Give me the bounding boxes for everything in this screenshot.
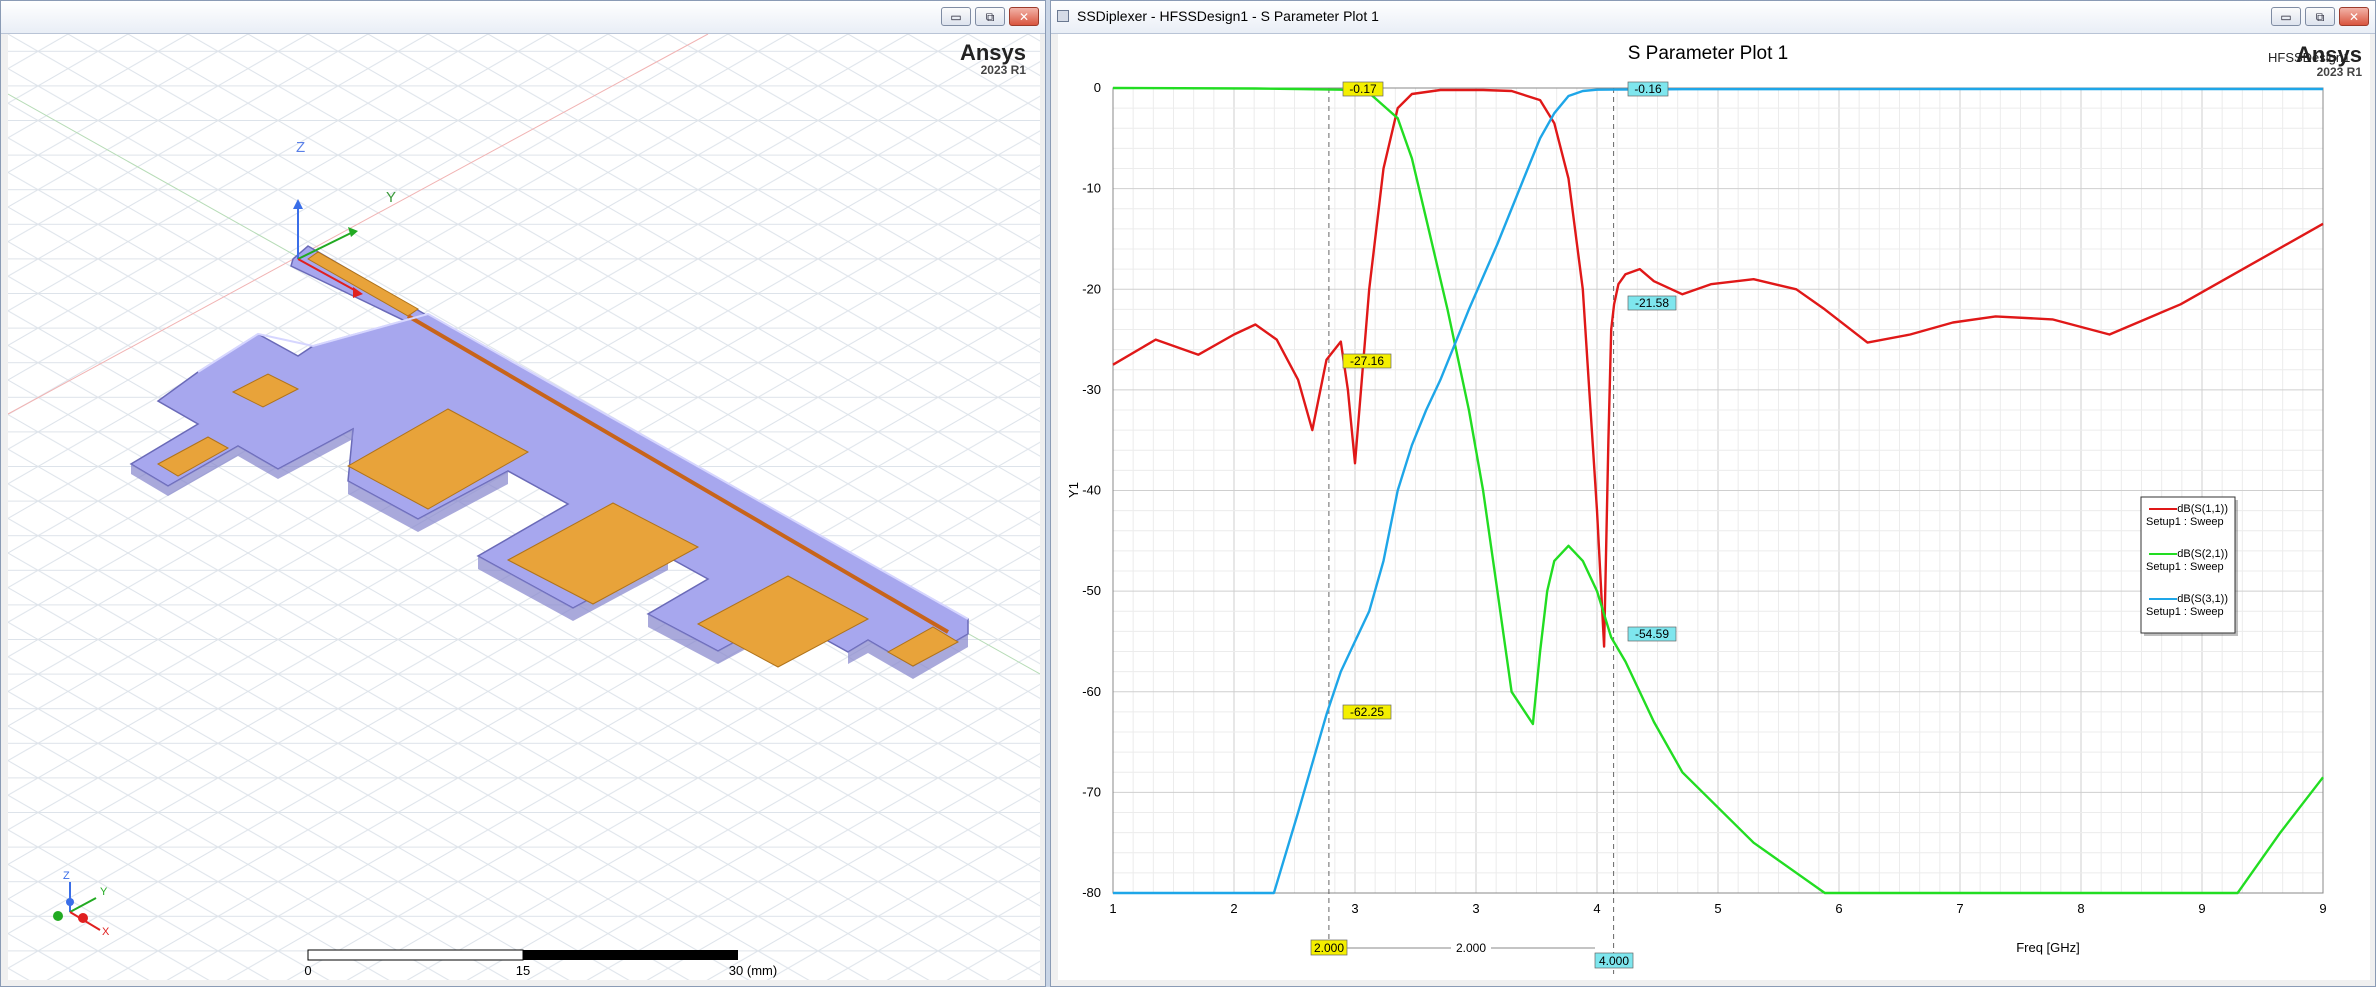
legend-series-sweep: Setup1 : Sweep	[2146, 606, 2224, 618]
plot-canvas[interactable]: S Parameter Plot 1 HFSSDesign1 0 -10 -20 -3…	[1058, 34, 2370, 980]
x-tick-label: 2	[1230, 901, 1237, 916]
minimize-button[interactable]: ▭	[941, 7, 971, 26]
s-parameter-chart[interactable]: S Parameter Plot 1 HFSSDesign1 0-10-20-3…	[1058, 34, 2370, 980]
y-tick-label: -10	[1082, 181, 1101, 196]
corner-axis-label-x: X	[102, 926, 110, 938]
marker-value: -0.16	[1634, 82, 1662, 96]
y-tick-label: -80	[1082, 885, 1101, 900]
x-tick-label: 5	[1714, 901, 1721, 916]
grid-plane	[8, 34, 1040, 980]
marker-delta-value: 2.000	[1456, 941, 1486, 955]
x-tick-label: 8	[2077, 901, 2084, 916]
marker-value: -21.58	[1635, 296, 1669, 310]
marker-value: -62.25	[1350, 705, 1384, 719]
legend-series-sweep: Setup1 : Sweep	[2146, 516, 2224, 528]
legend-series-name: dB(S(2,1))	[2177, 548, 2228, 560]
chart-title: S Parameter Plot 1	[1628, 43, 1789, 64]
axis-label-z: Z	[296, 139, 306, 156]
y-tick-label: -20	[1082, 281, 1101, 296]
marker-top-left[interactable]: -0.17	[1342, 81, 1384, 97]
x-tick-label: 4	[1593, 901, 1600, 916]
window-title: SSDiplexer - HFSSDesign1 - S Parameter P…	[1077, 8, 1379, 24]
minimize-icon: ▭	[950, 10, 962, 24]
ansys-logo: Ansys 2023 R1	[2295, 42, 2362, 79]
modeler-window-controls: ▭ ⧉ ✕	[941, 7, 1039, 26]
marker-delta: 2.000	[1347, 941, 1595, 955]
marker-s11-left[interactable]: -27.16	[1342, 353, 1392, 369]
marker-s11-right[interactable]: -21.58	[1627, 295, 1677, 311]
marker-top-right[interactable]: -0.16	[1627, 81, 1669, 97]
restore-button[interactable]: ⧉	[975, 7, 1005, 26]
minimize-button[interactable]: ▭	[2271, 7, 2301, 26]
legend-series-name: dB(S(3,1))	[2177, 593, 2228, 605]
y-tick-label: -50	[1082, 583, 1101, 598]
marker-x-right[interactable]: 4.000	[1594, 952, 1634, 969]
y-tick-label: -40	[1082, 483, 1101, 498]
marker-value: -27.16	[1350, 354, 1384, 368]
restore-icon: ⧉	[985, 10, 995, 24]
corner-axis-label-z: Z	[63, 870, 70, 882]
plot-title-bar[interactable]: SSDiplexer - HFSSDesign1 - S Parameter P…	[1051, 1, 2375, 34]
y-tick-label: -60	[1082, 684, 1101, 699]
marker-value: 2.000	[1314, 941, 1344, 955]
ansys-logo: Ansys 2023 R1	[959, 40, 1026, 77]
scale-tick-0: 0	[304, 963, 311, 978]
x-tick-label: 1	[1109, 901, 1116, 916]
chart-legend[interactable]: dB(S(1,1)) Setup1 : Sweep dB(S(2,1)) Set…	[2140, 496, 2238, 636]
axis-label-y: Y	[386, 189, 397, 206]
modeler-window: ▭ ⧉ ✕ 0 15 30 (mm) Z Y Z Y X Ansys 2023 …	[0, 0, 1046, 987]
marker-s21-right[interactable]: -54.59	[1627, 626, 1677, 642]
minimize-icon: ▭	[2280, 10, 2292, 24]
x-tick-label: 7	[1956, 901, 1963, 916]
3d-scene[interactable]: 0 15 30 (mm)	[8, 34, 1040, 980]
3d-viewport[interactable]: 0 15 30 (mm) Z Y Z Y X Ansys 2023 R1	[8, 34, 1040, 980]
close-button[interactable]: ✕	[1009, 7, 1039, 26]
close-icon: ✕	[1018, 10, 1030, 24]
y-axis-ticks: 0 -10 -20 -30 -40 -50 -60 -70 -80	[1082, 80, 1101, 900]
marker-value: 4.000	[1599, 954, 1629, 968]
x-axis-ticks: 1 2 3 3 4 5 6 7 8 9 9	[1109, 901, 2326, 916]
marker-x-left[interactable]: 2.000	[1310, 939, 1348, 956]
x-tick-label: 6	[1835, 901, 1842, 916]
x-tick-label: 3	[1351, 901, 1358, 916]
x-axis-label: Freq [GHz]	[2016, 940, 2080, 955]
y-tick-label: -70	[1082, 784, 1101, 799]
restore-icon: ⧉	[2315, 10, 2325, 24]
scale-tick-15: 15	[516, 963, 530, 978]
plot-window-controls: ▭ ⧉ ✕	[2271, 7, 2369, 26]
x-tick-label: 9	[2198, 901, 2205, 916]
plot-grid	[1112, 87, 2324, 894]
legend-series-name: dB(S(1,1))	[2177, 503, 2228, 515]
restore-button[interactable]: ⧉	[2305, 7, 2335, 26]
modeler-title-bar[interactable]: ▭ ⧉ ✕	[1, 1, 1045, 34]
x-tick-label: 9	[2319, 901, 2326, 916]
plot-window: SSDiplexer - HFSSDesign1 - S Parameter P…	[1050, 0, 2376, 987]
y-axis-label: Y1	[1066, 482, 1081, 498]
corner-axis-label-y: Y	[100, 886, 108, 898]
marker-s31-left[interactable]: -62.25	[1342, 704, 1392, 720]
close-icon: ✕	[2348, 10, 2360, 24]
scale-tick-30: 30 (mm)	[729, 963, 777, 978]
x-tick-label: 3	[1472, 901, 1479, 916]
close-button[interactable]: ✕	[2339, 7, 2369, 26]
marker-value: -0.17	[1349, 82, 1377, 96]
window-app-icon	[1057, 10, 1069, 22]
marker-value: -54.59	[1635, 627, 1669, 641]
legend-series-sweep: Setup1 : Sweep	[2146, 561, 2224, 573]
y-tick-label: -30	[1082, 382, 1101, 397]
y-tick-label: 0	[1094, 80, 1101, 95]
